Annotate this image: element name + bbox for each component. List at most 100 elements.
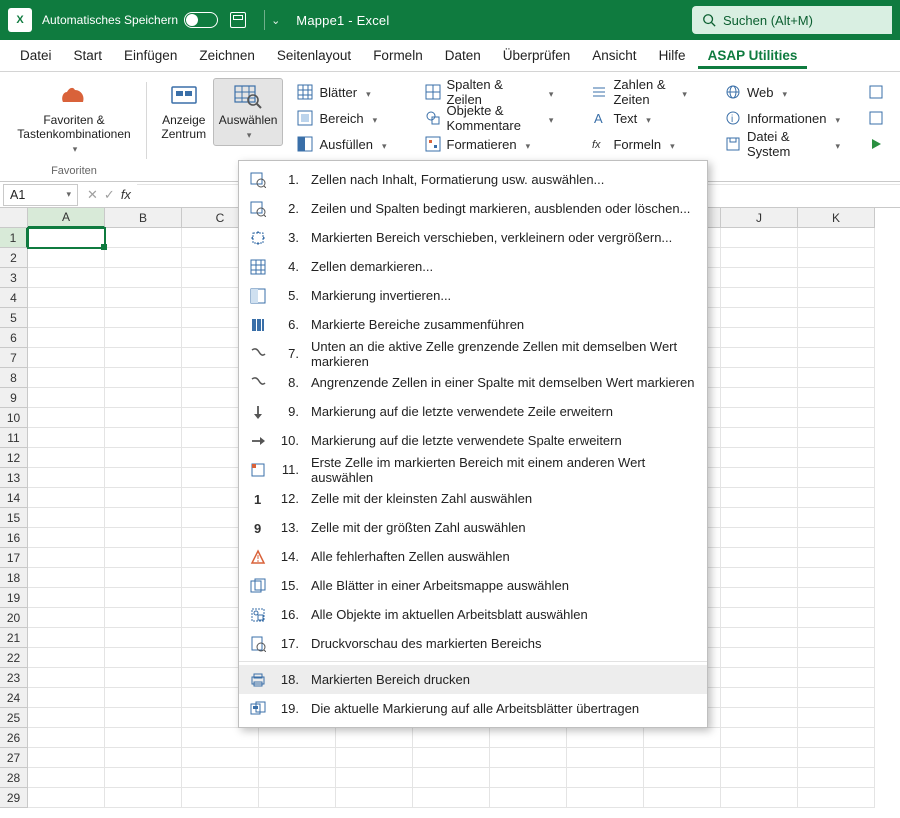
cell[interactable] bbox=[798, 628, 875, 648]
cell[interactable] bbox=[798, 608, 875, 628]
cell[interactable] bbox=[413, 768, 490, 788]
row-header[interactable]: 4 bbox=[0, 288, 28, 308]
cell[interactable] bbox=[28, 348, 105, 368]
menu-item-3[interactable]: 3.Markierten Bereich verschieben, verkle… bbox=[239, 223, 707, 252]
cell[interactable] bbox=[721, 688, 798, 708]
menu-item-14[interactable]: 14.Alle fehlerhaften Zellen auswählen bbox=[239, 542, 707, 571]
row-header[interactable]: 9 bbox=[0, 388, 28, 408]
cell[interactable] bbox=[105, 408, 182, 428]
cell[interactable] bbox=[721, 648, 798, 668]
cell[interactable] bbox=[105, 648, 182, 668]
cell[interactable] bbox=[182, 748, 259, 768]
cell[interactable] bbox=[721, 668, 798, 688]
menu-item-12[interactable]: 112.Zelle mit der kleinsten Zahl auswähl… bbox=[239, 484, 707, 513]
cell[interactable] bbox=[105, 688, 182, 708]
cell[interactable] bbox=[798, 328, 875, 348]
web-button[interactable]: Web bbox=[719, 80, 846, 104]
cell[interactable] bbox=[798, 468, 875, 488]
row-header[interactable]: 8 bbox=[0, 368, 28, 388]
cell[interactable] bbox=[721, 468, 798, 488]
row-header[interactable]: 19 bbox=[0, 588, 28, 608]
cell[interactable] bbox=[798, 768, 875, 788]
objekte-kommentare-button[interactable]: Objekte & Kommentare bbox=[419, 106, 560, 130]
cell[interactable] bbox=[105, 268, 182, 288]
cell[interactable] bbox=[721, 268, 798, 288]
cell[interactable] bbox=[721, 368, 798, 388]
row-header[interactable]: 25 bbox=[0, 708, 28, 728]
cancel-icon[interactable]: ✕ bbox=[87, 187, 98, 203]
cell[interactable] bbox=[798, 588, 875, 608]
col-header[interactable]: J bbox=[721, 208, 798, 228]
cell[interactable] bbox=[105, 588, 182, 608]
cell[interactable] bbox=[490, 728, 567, 748]
zahlen-zeiten-button[interactable]: Zahlen & Zeiten bbox=[585, 80, 693, 104]
cell[interactable] bbox=[721, 788, 798, 808]
confirm-icon[interactable]: ✓ bbox=[104, 187, 115, 203]
menu-item-11[interactable]: 11.Erste Zelle im markierten Bereich mit… bbox=[239, 455, 707, 484]
chevron-down-icon[interactable]: ▾ bbox=[66, 189, 71, 200]
autosave-toggle[interactable]: Automatisches Speichern bbox=[42, 12, 218, 28]
cell[interactable] bbox=[798, 648, 875, 668]
cell[interactable] bbox=[28, 768, 105, 788]
menu-item-1[interactable]: 1.Zellen nach Inhalt, Formatierung usw. … bbox=[239, 165, 707, 194]
select-all-corner[interactable] bbox=[0, 208, 28, 228]
cell[interactable] bbox=[28, 408, 105, 428]
cell[interactable] bbox=[105, 528, 182, 548]
menu-item-10[interactable]: 10.Markierung auf die letzte verwendete … bbox=[239, 426, 707, 455]
cell[interactable] bbox=[721, 348, 798, 368]
menu-item-8[interactable]: 8.Angrenzende Zellen in einer Spalte mit… bbox=[239, 368, 707, 397]
cell[interactable] bbox=[567, 728, 644, 748]
cell[interactable] bbox=[798, 728, 875, 748]
row-header[interactable]: 16 bbox=[0, 528, 28, 548]
cell[interactable] bbox=[28, 568, 105, 588]
row-header[interactable]: 27 bbox=[0, 748, 28, 768]
cell[interactable] bbox=[798, 248, 875, 268]
cell[interactable] bbox=[721, 328, 798, 348]
cell[interactable] bbox=[105, 428, 182, 448]
menu-item-6[interactable]: 6.Markierte Bereiche zusammenführen bbox=[239, 310, 707, 339]
edge-btn-1[interactable] bbox=[862, 80, 890, 104]
cell[interactable] bbox=[182, 768, 259, 788]
cell[interactable] bbox=[721, 288, 798, 308]
cell[interactable] bbox=[798, 528, 875, 548]
cell[interactable] bbox=[28, 608, 105, 628]
row-header[interactable]: 11 bbox=[0, 428, 28, 448]
cell[interactable] bbox=[28, 288, 105, 308]
cell[interactable] bbox=[28, 788, 105, 808]
row-header[interactable]: 20 bbox=[0, 608, 28, 628]
cell[interactable] bbox=[644, 748, 721, 768]
cell[interactable] bbox=[721, 628, 798, 648]
tab-asap-utilities[interactable]: ASAP Utilities bbox=[698, 42, 808, 69]
cell[interactable] bbox=[28, 508, 105, 528]
cell[interactable] bbox=[259, 768, 336, 788]
cell[interactable] bbox=[28, 588, 105, 608]
cell[interactable] bbox=[28, 368, 105, 388]
tab-start[interactable]: Start bbox=[64, 42, 113, 69]
text-button[interactable]: AText bbox=[585, 106, 693, 130]
cell[interactable] bbox=[105, 448, 182, 468]
spalten-zeilen-button[interactable]: Spalten & Zeilen bbox=[419, 80, 560, 104]
menu-item-7[interactable]: 7.Unten an die aktive Zelle grenzende Ze… bbox=[239, 339, 707, 368]
tab-datei[interactable]: Datei bbox=[10, 42, 62, 69]
cell[interactable] bbox=[644, 728, 721, 748]
ausfuellen-button[interactable]: Ausfüllen bbox=[291, 132, 392, 156]
tab-einfuegen[interactable]: Einfügen bbox=[114, 42, 187, 69]
cell[interactable] bbox=[721, 248, 798, 268]
cell[interactable] bbox=[28, 668, 105, 688]
cell[interactable] bbox=[105, 708, 182, 728]
cell[interactable] bbox=[721, 768, 798, 788]
row-header[interactable]: 24 bbox=[0, 688, 28, 708]
toggle-switch-icon[interactable] bbox=[184, 12, 218, 28]
cell[interactable] bbox=[490, 748, 567, 768]
menu-item-18[interactable]: 18.Markierten Bereich drucken bbox=[239, 665, 707, 694]
cell[interactable] bbox=[105, 768, 182, 788]
cell[interactable] bbox=[105, 468, 182, 488]
cell[interactable] bbox=[28, 268, 105, 288]
cell[interactable] bbox=[721, 388, 798, 408]
cell[interactable] bbox=[336, 768, 413, 788]
cell[interactable] bbox=[798, 388, 875, 408]
row-header[interactable]: 29 bbox=[0, 788, 28, 808]
cell[interactable] bbox=[105, 248, 182, 268]
row-header[interactable]: 3 bbox=[0, 268, 28, 288]
menu-item-13[interactable]: 913.Zelle mit der größten Zahl auswählen bbox=[239, 513, 707, 542]
